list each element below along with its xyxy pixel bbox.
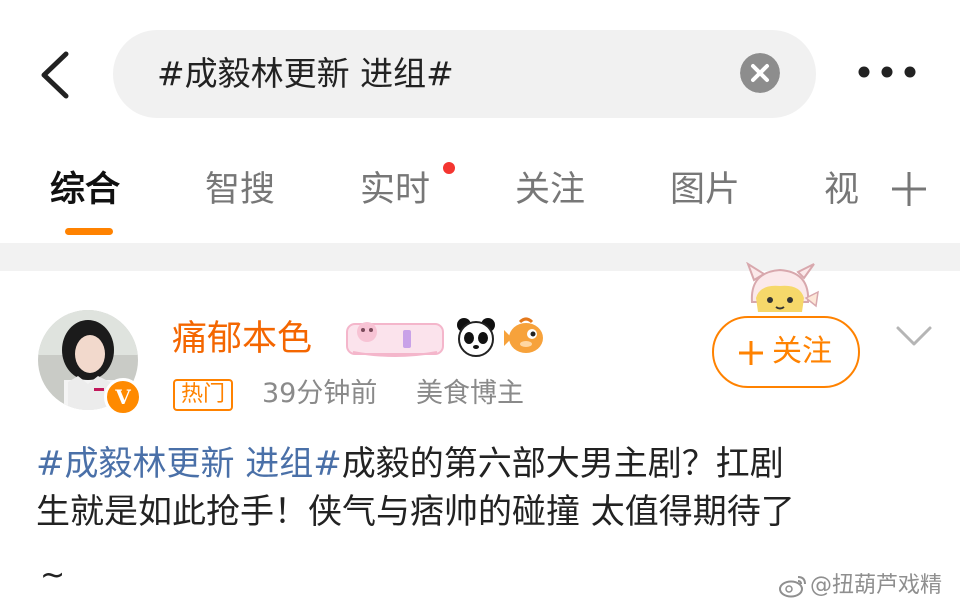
tab-comprehensive[interactable]: 综合 xyxy=(50,168,120,212)
user-role: 美食博主 xyxy=(416,378,524,409)
chevron-down-icon[interactable] xyxy=(894,324,934,348)
search-input[interactable]: #成毅林更新 进组# xyxy=(113,30,816,118)
clear-icon[interactable] xyxy=(740,53,780,93)
tab-realtime[interactable]: 实时 xyxy=(360,168,430,212)
tab-images[interactable]: 图片 xyxy=(670,168,740,212)
verified-badge: V xyxy=(104,378,142,416)
panda-icon xyxy=(457,318,495,357)
post-line-1: #成毅林更新 进组#成毅的第六部大男主剧？扛剧 xyxy=(36,440,926,488)
post-text-line-1: 成毅的第六部大男主剧？扛剧 xyxy=(341,444,784,484)
post-body: #成毅林更新 进组#成毅的第六部大男主剧？扛剧 生就是如此抢手！侠气与痞帅的碰撞… xyxy=(36,440,926,536)
hashtag-link[interactable]: #成毅林更新 进组# xyxy=(36,444,342,484)
more-icon[interactable] xyxy=(856,62,918,82)
post-text-line-3: ~ xyxy=(40,558,66,593)
follow-label: 关注 xyxy=(772,334,832,369)
follow-button[interactable]: 关注 xyxy=(712,316,860,388)
tab-video[interactable]: 视 xyxy=(824,168,859,212)
hot-tag: 热门 xyxy=(173,379,234,411)
tab-smart-search[interactable]: 智搜 xyxy=(205,168,275,212)
notification-dot xyxy=(443,162,455,174)
post-text-line-2: 生就是如此抢手！侠气与痞帅的碰撞 太值得期待了 xyxy=(36,492,795,532)
anime-sticker-icon xyxy=(746,262,819,312)
back-icon[interactable] xyxy=(36,50,76,100)
tab-bar: 综合 智搜 实时 关注 图片 视 xyxy=(0,150,960,240)
watermark-text: @扭葫芦戏精 xyxy=(810,573,943,598)
fish-icon xyxy=(504,317,543,353)
username[interactable]: 痛郁本色 xyxy=(172,317,312,361)
top-bar: #成毅林更新 进组# xyxy=(0,0,960,140)
weibo-logo-icon xyxy=(779,576,806,598)
ribbon-badge-icon xyxy=(346,322,444,357)
tab-following[interactable]: 关注 xyxy=(515,168,585,212)
add-tab-icon[interactable] xyxy=(890,170,928,208)
plus-icon xyxy=(739,341,763,365)
post-time: 39分钟前 xyxy=(262,378,378,409)
active-tab-indicator xyxy=(65,228,113,235)
search-query: #成毅林更新 进组# xyxy=(157,54,454,93)
